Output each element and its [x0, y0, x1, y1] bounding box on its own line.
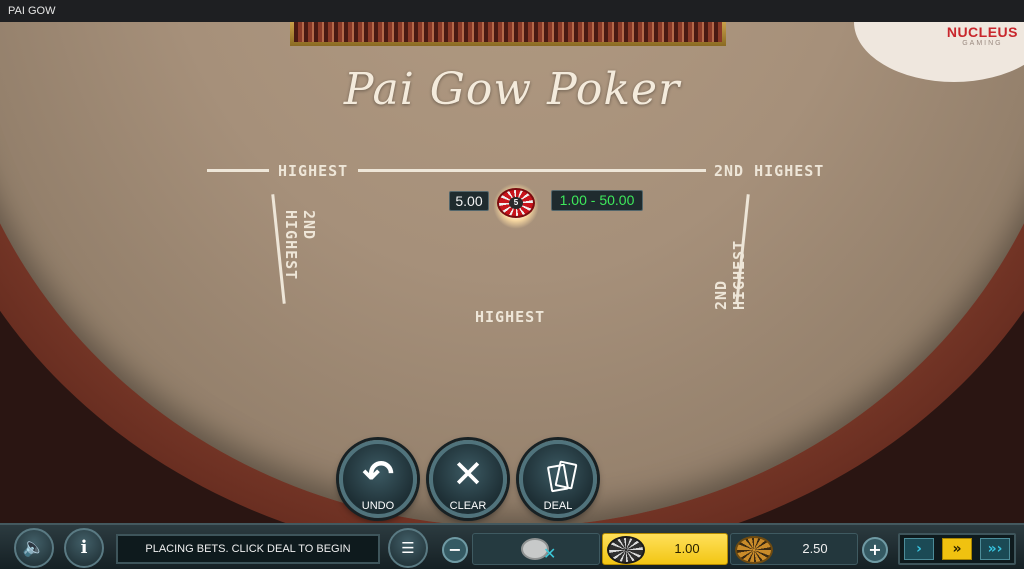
- x-icon: ✕: [452, 452, 484, 496]
- divider-top-middle: [358, 169, 706, 172]
- placed-chip[interactable]: 5: [497, 188, 535, 218]
- brand-name: NUCLEUS: [946, 24, 1018, 40]
- chip-icon: [735, 536, 773, 564]
- brand-sub: GAMING: [962, 40, 1003, 47]
- placed-chip-value: 5: [509, 197, 523, 209]
- undo-arrow-icon: ↶: [362, 452, 394, 496]
- clear-button[interactable]: ✕ CLEAR: [429, 440, 507, 518]
- info-icon[interactable]: i: [64, 528, 104, 568]
- label-2nd-highest-left: 2ND HIGHEST: [282, 210, 318, 281]
- label-2nd-highest-right: 2ND HIGHEST: [712, 239, 748, 310]
- bet-limits: 1.00 - 50.00: [551, 190, 643, 211]
- chip-selector[interactable]: 2.50: [730, 533, 858, 565]
- label-2nd-highest-top: 2ND HIGHEST: [714, 162, 825, 180]
- divider-top-left: [207, 169, 269, 172]
- minus-icon[interactable]: −: [442, 537, 468, 563]
- deal-button[interactable]: DEAL: [519, 440, 597, 518]
- undo-label: UNDO: [361, 500, 395, 512]
- stake-amount: 5.00: [449, 191, 489, 211]
- chip-value: 2.50: [802, 541, 828, 556]
- speed-fast-button[interactable]: »: [942, 538, 972, 560]
- clear-label: CLEAR: [449, 500, 487, 512]
- label-highest-top: HIGHEST: [278, 162, 349, 180]
- window-title: PAI GOW: [0, 0, 1024, 22]
- nucleus-logo: NUCLEUS GAMING: [947, 24, 1018, 47]
- chip-value-selected: 1.00: [674, 541, 700, 556]
- game-title: Pai Gow Poker: [343, 64, 681, 115]
- bottom-control-bar: 🔈 i PLACING BETS. CLICK DEAL TO BEGIN ☰ …: [0, 523, 1024, 569]
- chip-slot-empty[interactable]: ✕: [472, 533, 600, 565]
- plus-icon[interactable]: +: [862, 537, 888, 563]
- speed-selector: › » »›: [898, 533, 1016, 565]
- remove-icon: ✕: [543, 544, 557, 563]
- label-highest-bottom: HIGHEST: [475, 308, 546, 326]
- deal-label: DEAL: [543, 500, 573, 512]
- speed-fastest-button[interactable]: »›: [980, 538, 1010, 560]
- speaker-icon[interactable]: 🔈: [14, 528, 54, 568]
- undo-button[interactable]: ↶ UNDO: [339, 440, 417, 518]
- menu-clear-icon[interactable]: ☰: [388, 528, 428, 568]
- chip-icon: [607, 536, 645, 564]
- status-message: PLACING BETS. CLICK DEAL TO BEGIN: [116, 534, 380, 564]
- dealer-card-tray: [290, 22, 726, 46]
- chip-selector-selected[interactable]: 1.00: [602, 533, 728, 565]
- cards-icon: [546, 460, 578, 495]
- speed-normal-button[interactable]: ›: [904, 538, 934, 560]
- game-stage: NUCLEUS GAMING Pai Gow Poker HIGHEST 2ND…: [0, 22, 1024, 569]
